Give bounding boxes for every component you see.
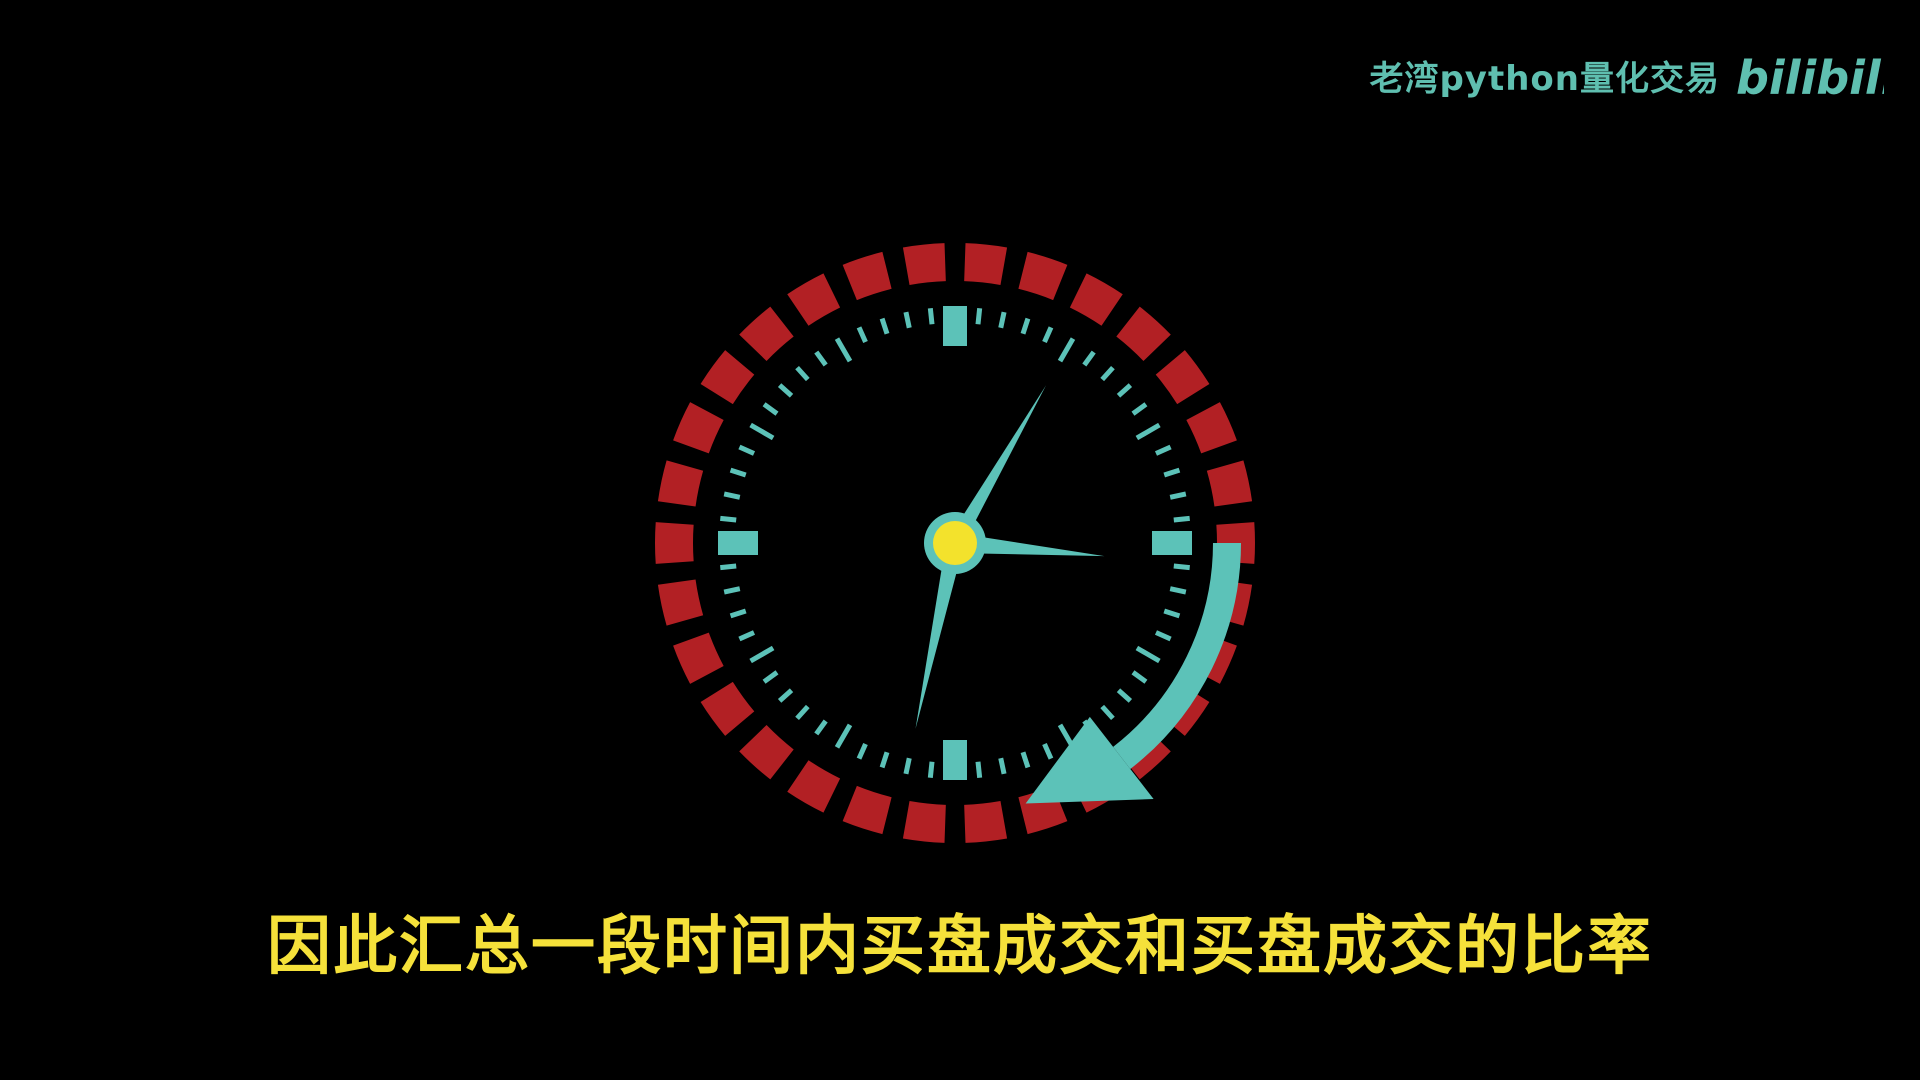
minor-tick: [1173, 563, 1190, 571]
minor-tick: [738, 444, 756, 456]
ring-segment: [964, 801, 1008, 843]
ring-segment: [842, 785, 892, 835]
ring-segment: [1186, 402, 1237, 454]
video-frame: 老湾python量化交易 bilibili 因此汇总一段时间内买盘成交和买盘成交…: [0, 0, 1920, 1080]
minor-tick: [834, 337, 853, 363]
center-cap-inner: [933, 521, 977, 565]
minor-tick: [762, 402, 779, 416]
minor-tick: [1042, 742, 1054, 760]
minor-tick: [777, 383, 794, 398]
minor-tick: [1020, 317, 1031, 335]
ring-segment: [787, 760, 841, 813]
minor-tick: [903, 757, 912, 775]
minor-tick: [927, 308, 935, 325]
ring-segment: [964, 243, 1008, 285]
minor-tick: [1042, 326, 1054, 344]
minor-tick: [720, 563, 737, 571]
ring-segment: [787, 273, 841, 326]
minor-tick: [814, 719, 828, 736]
ring-segment: [657, 579, 704, 626]
clock-hands: [915, 385, 1105, 729]
ring-segment: [1069, 273, 1123, 326]
ring-segment: [739, 306, 794, 361]
minor-tick: [1131, 670, 1148, 684]
minor-tick: [927, 761, 935, 778]
ring-segment: [655, 522, 694, 564]
ring-segment: [1018, 251, 1068, 301]
minor-tick: [738, 630, 756, 642]
ring-segment: [1155, 350, 1210, 405]
minor-tick: [1057, 337, 1076, 363]
minor-tick: [1169, 491, 1187, 500]
minor-tick: [879, 317, 890, 335]
minor-tick: [749, 645, 775, 664]
ring-segment: [1116, 306, 1171, 361]
ring-segment: [1206, 460, 1253, 507]
minor-tick: [1131, 402, 1148, 416]
minor-tick: [814, 350, 828, 367]
minor-tick: [1135, 422, 1161, 441]
clockwise-arrow-icon: [1025, 542, 1241, 804]
minor-tick: [975, 308, 983, 325]
ring-segment: [700, 350, 755, 405]
minor-tick: [1163, 467, 1181, 478]
minor-tick: [723, 586, 741, 595]
minor-tick: [1154, 444, 1172, 456]
ring-segment: [902, 801, 946, 843]
minor-tick: [795, 365, 810, 382]
minor-tick: [749, 422, 775, 441]
minor-tick: [1154, 630, 1172, 642]
minor-tick: [903, 311, 912, 329]
minor-tick: [1163, 608, 1181, 619]
ring-segment: [657, 460, 704, 507]
minor-tick: [998, 311, 1007, 329]
minor-tick: [1020, 751, 1031, 769]
ring-segment: [739, 725, 794, 780]
minor-tick: [1100, 704, 1115, 721]
ring-segment: [902, 243, 946, 285]
minor-tick: [762, 670, 779, 684]
ring-segment: [700, 681, 755, 736]
minor-tick: [856, 742, 868, 760]
minor-tick: [720, 515, 737, 523]
minor-tick: [723, 491, 741, 500]
minor-tick: [729, 467, 747, 478]
ring-segment: [673, 402, 724, 454]
minor-tick: [998, 757, 1007, 775]
minor-tick: [795, 704, 810, 721]
minor-tick: [1135, 645, 1161, 664]
minor-tick: [856, 326, 868, 344]
minor-tick: [777, 688, 794, 703]
minor-tick: [729, 608, 747, 619]
minor-tick: [1116, 383, 1133, 398]
minor-tick: [975, 761, 983, 778]
subtitle-caption: 因此汇总一段时间内买盘成交和买盘成交的比率: [267, 910, 1653, 984]
minor-tick: [1100, 365, 1115, 382]
minor-tick: [1116, 688, 1133, 703]
minor-tick: [1169, 586, 1187, 595]
minor-tick: [834, 723, 853, 749]
ring-segment: [842, 251, 892, 301]
minor-tick: [1082, 350, 1096, 367]
minor-tick: [879, 751, 890, 769]
minor-tick: [1173, 515, 1190, 523]
ring-segment: [673, 632, 724, 684]
